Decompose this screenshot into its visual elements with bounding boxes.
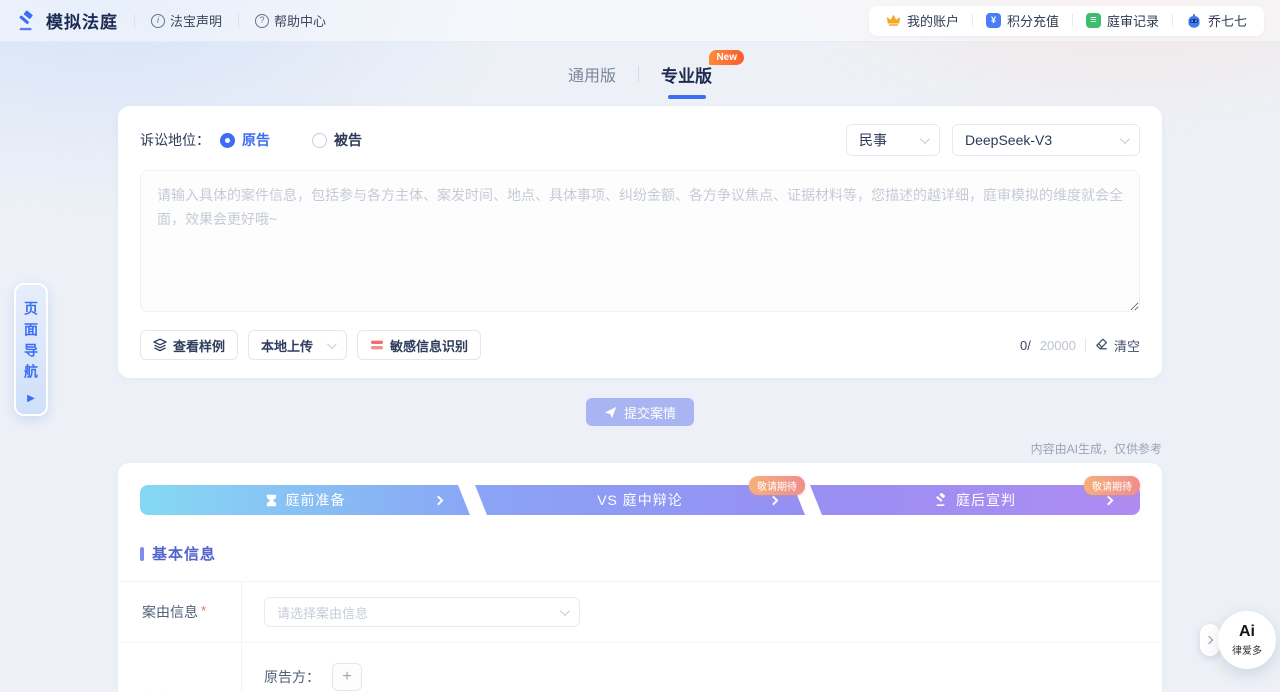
local-upload-label: 本地上传	[261, 336, 313, 355]
radio-selected-icon[interactable]	[220, 133, 235, 148]
username-label: 乔七七	[1208, 11, 1247, 30]
my-account-button[interactable]: 我的账户	[873, 11, 972, 30]
plaintiff-side-label: 原告方：	[264, 667, 320, 687]
case-reason-select[interactable]: 请选择案由信息	[264, 597, 580, 627]
version-tabs: 通用版 专业版 New	[0, 42, 1280, 90]
party-row: 当事人 * 原告方： +	[118, 643, 1162, 692]
stage-pretrial-button[interactable]: 庭前准备	[140, 485, 470, 515]
triangle-right-icon: ▶	[27, 393, 35, 404]
char-count: 0/	[1020, 338, 1031, 353]
clear-label: 清空	[1114, 336, 1140, 355]
chevron-right-icon	[434, 495, 444, 505]
sensitive-detect-label: 敏感信息识别	[390, 336, 468, 355]
nav-statement-label: 法宝声明	[170, 11, 222, 30]
ai-assistant-button[interactable]: Ai 律爱多	[1218, 611, 1276, 669]
divider	[238, 14, 239, 28]
question-icon	[255, 14, 269, 28]
defendant-label: 被告	[334, 130, 362, 150]
basic-info-section-title: 基本信息	[152, 543, 216, 564]
nav-help-label: 帮助中心	[274, 11, 326, 30]
top-header: 模拟法庭 法宝声明 帮助中心 我的账户 积分充值 庭审记录	[0, 0, 1280, 42]
points-recharge-button[interactable]: 积分充值	[973, 11, 1072, 30]
new-badge: New	[709, 50, 744, 65]
tab-pro-version[interactable]: 专业版 New	[661, 62, 712, 87]
stage-debate-label: VS 庭中辩论	[597, 490, 683, 510]
coming-soon-badge: 敬请期待	[749, 476, 805, 495]
case-input-card: 诉讼地位： 原告 被告 民事 DeepSeek-V3	[118, 106, 1162, 378]
chevron-right-icon	[1104, 495, 1114, 505]
tab-general-version[interactable]: 通用版	[568, 62, 616, 86]
model-value: DeepSeek-V3	[965, 132, 1052, 148]
layers-icon	[153, 338, 167, 352]
submit-label: 提交案情	[624, 403, 676, 422]
chevron-down-icon	[1120, 134, 1130, 144]
stage-verdict-label: 庭后宣判	[956, 490, 1016, 510]
info-icon	[151, 14, 165, 28]
tab-pro-label: 专业版	[661, 67, 712, 86]
radio-plaintiff[interactable]: 原告	[220, 130, 270, 150]
case-type-select[interactable]: 民事	[846, 124, 940, 156]
litigation-position-label: 诉讼地位：	[140, 130, 210, 150]
chevron-down-icon	[327, 339, 337, 349]
chevron-down-icon	[920, 134, 930, 144]
eraser-icon	[1095, 338, 1109, 352]
nav-help-center[interactable]: 帮助中心	[255, 11, 326, 30]
page-nav-label: 页面导航	[21, 301, 41, 385]
char-limit: 20000	[1040, 338, 1076, 353]
divider	[1085, 338, 1086, 352]
radio-unselected-icon[interactable]	[312, 133, 327, 148]
records-label: 庭审记录	[1107, 11, 1159, 30]
gavel-logo-icon	[16, 10, 38, 32]
trial-records-button[interactable]: 庭审记录	[1073, 11, 1172, 30]
page-navigation-toggle[interactable]: 页面导航 ▶	[14, 283, 48, 416]
robot-avatar-icon	[1186, 13, 1202, 29]
case-reason-row: 案由信息 * 请选择案由信息	[118, 582, 1162, 643]
divider	[638, 66, 639, 82]
sensitive-info-detect-button[interactable]: 敏感信息识别	[357, 330, 481, 360]
case-type-value: 民事	[859, 130, 887, 150]
record-icon	[1086, 13, 1101, 28]
gavel-icon	[934, 493, 948, 507]
assistant-collapse-tab[interactable]	[1200, 624, 1220, 656]
chevron-right-icon	[1205, 636, 1213, 644]
chevron-down-icon	[560, 606, 570, 616]
app-logo[interactable]: 模拟法庭	[16, 8, 118, 33]
case-detail-textarea[interactable]	[140, 170, 1140, 312]
points-icon	[986, 13, 1001, 28]
user-profile-button[interactable]: 乔七七	[1173, 11, 1260, 30]
case-reason-label: 案由信息 *	[118, 582, 242, 642]
ai-disclaimer: 内容由AI生成，仅供参考	[118, 440, 1162, 457]
section-accent-bar	[140, 547, 144, 561]
coming-soon-badge: 敬请期待	[1084, 476, 1140, 495]
crown-icon	[886, 13, 901, 28]
trial-stages-card: 庭前准备 VS 庭中辩论 敬请期待	[118, 463, 1162, 692]
stage-pretrial-label: 庭前准备	[286, 490, 346, 510]
divider	[134, 14, 135, 28]
paper-plane-icon	[604, 406, 617, 419]
submit-case-button[interactable]: 提交案情	[586, 398, 694, 426]
radio-defendant[interactable]: 被告	[312, 130, 362, 150]
nav-statement[interactable]: 法宝声明	[151, 11, 222, 30]
my-account-label: 我的账户	[907, 11, 959, 30]
case-reason-placeholder: 请选择案由信息	[277, 603, 368, 622]
view-sample-button[interactable]: 查看样例	[140, 330, 238, 360]
party-label: 当事人 *	[118, 643, 242, 692]
plus-icon: +	[342, 668, 351, 686]
ai-assistant-name: 律爱多	[1232, 642, 1262, 657]
ai-assistant-title: Ai	[1239, 624, 1255, 640]
chevron-right-icon	[769, 495, 779, 505]
add-plaintiff-button[interactable]: +	[332, 663, 362, 691]
local-upload-dropdown[interactable]: 本地上传	[248, 330, 347, 360]
required-asterisk: *	[201, 603, 206, 618]
hourglass-icon	[265, 494, 278, 507]
clear-button[interactable]: 清空	[1095, 336, 1140, 355]
view-sample-label: 查看样例	[173, 336, 225, 355]
account-pill: 我的账户 积分充值 庭审记录 乔七七	[869, 6, 1264, 36]
scan-bars-icon	[370, 338, 384, 352]
app-title: 模拟法庭	[46, 8, 118, 33]
plaintiff-label: 原告	[242, 130, 270, 150]
points-label: 积分充值	[1007, 11, 1059, 30]
model-select[interactable]: DeepSeek-V3	[952, 124, 1140, 156]
